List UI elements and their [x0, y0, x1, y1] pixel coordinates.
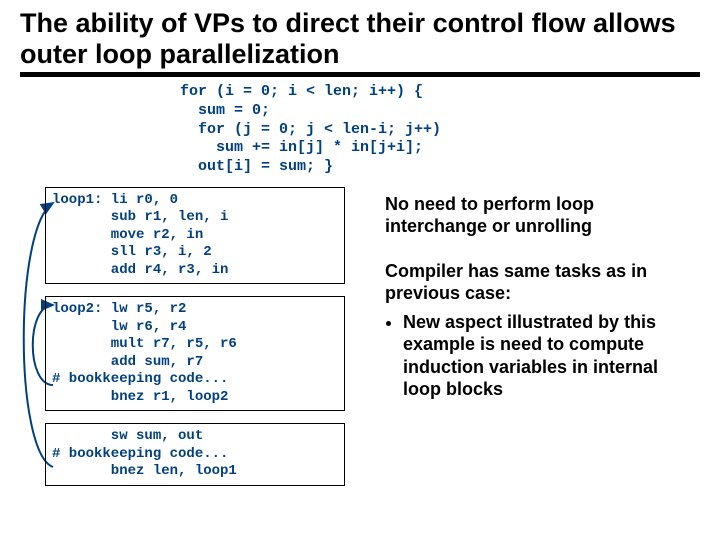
asm-block-loop1: loop1: li r0, 0 sub r1, len, i move r2, …	[45, 187, 345, 285]
note-2-bullet: New aspect illustrated by this example i…	[403, 311, 700, 401]
asm-block-loop2: loop2: lw r5, r2 lw r6, r4 mult r7, r5, …	[45, 296, 345, 411]
asm-code: sw sum, out # bookkeeping code... bnez l…	[52, 428, 338, 481]
asm-code: loop1: li r0, 0 sub r1, len, i move r2, …	[52, 192, 338, 280]
page-title: The ability of VPs to direct their contr…	[20, 8, 700, 77]
note-2-intro: Compiler has same tasks as in previous c…	[385, 260, 700, 305]
asm-code: loop2: lw r5, r2 lw r6, r4 mult r7, r5, …	[52, 301, 338, 406]
notes-column: No need to perform loop interchange or u…	[345, 187, 700, 498]
note-1: No need to perform loop interchange or u…	[385, 193, 700, 238]
c-code-block: for (i = 0; i < len; i++) { sum = 0; for…	[180, 83, 700, 177]
asm-column: loop1: li r0, 0 sub r1, len, i move r2, …	[20, 187, 345, 498]
asm-block-epilogue: sw sum, out # bookkeeping code... bnez l…	[45, 423, 345, 486]
